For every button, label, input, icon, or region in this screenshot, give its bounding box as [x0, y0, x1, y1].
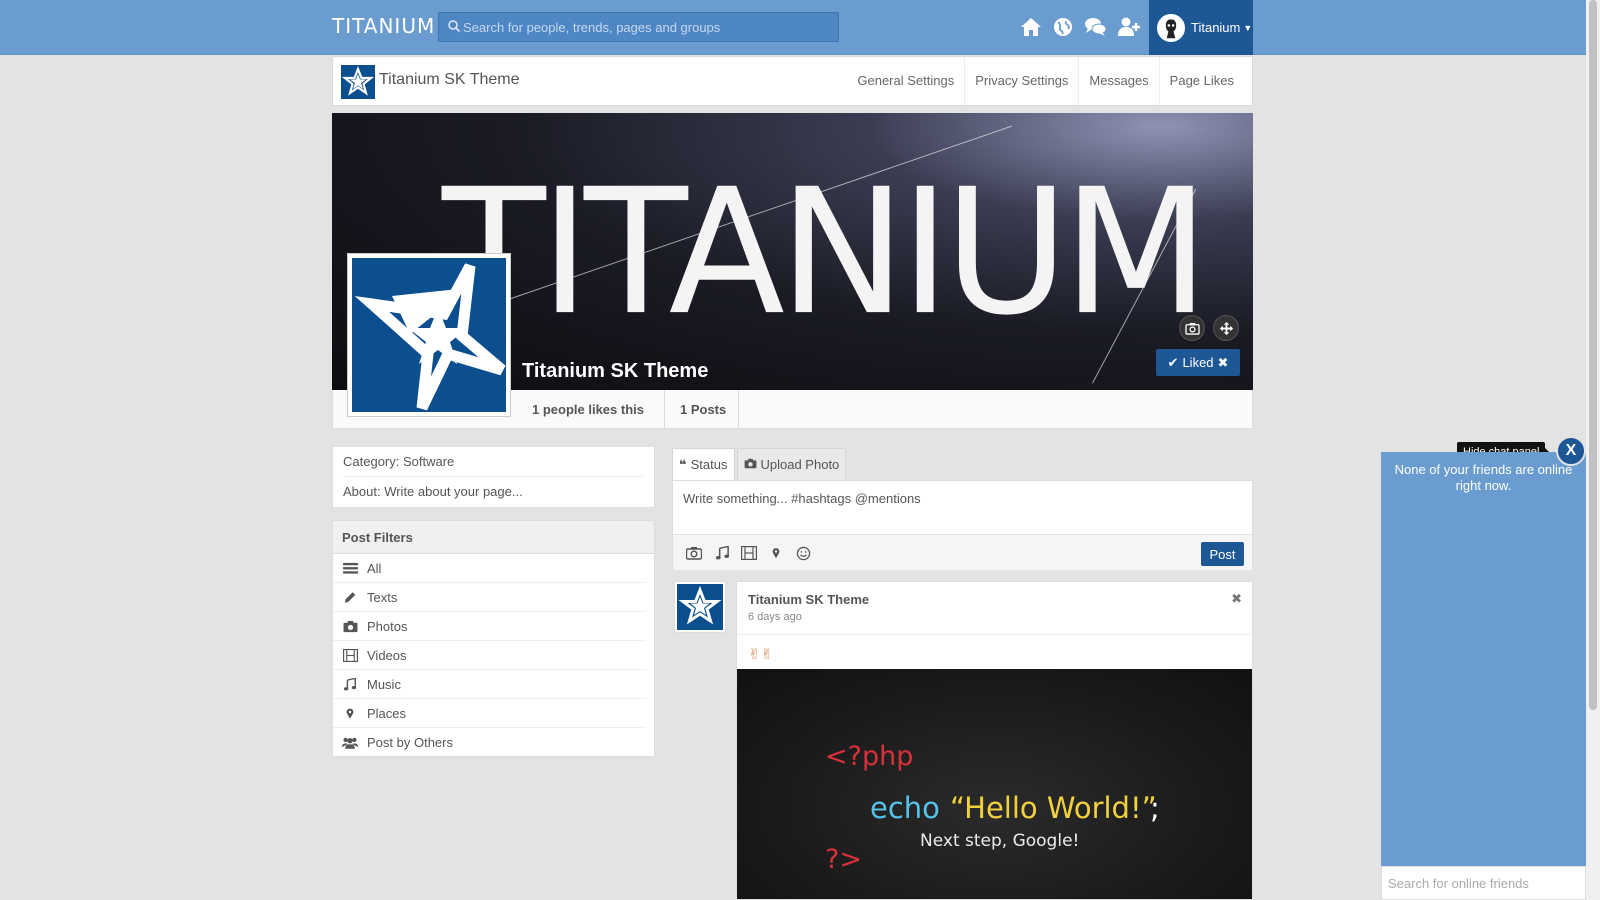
stats-divider: [664, 390, 665, 429]
post-button[interactable]: Post: [1201, 542, 1244, 566]
page-profile-picture[interactable]: [347, 253, 511, 417]
code-string: “Hello World!”: [950, 791, 1157, 825]
check-icon: ✔: [1167, 354, 1179, 370]
chevron-down-icon: ▼: [1243, 22, 1253, 33]
pencil-icon: [342, 590, 358, 604]
search-input[interactable]: [463, 13, 833, 41]
code-php-open: <?php: [825, 741, 914, 772]
likes-count[interactable]: 1 people likes this: [532, 402, 644, 417]
post-timestamp[interactable]: 6 days ago: [748, 611, 802, 623]
music-note-icon: [342, 677, 358, 691]
users-group-icon: [342, 736, 358, 750]
nav-messages[interactable]: Messages: [1078, 57, 1158, 105]
post-text: ✌✌: [737, 634, 1252, 670]
chat-empty-message: None of your friends are online right no…: [1394, 462, 1573, 493]
page-category: Category: Software: [343, 447, 644, 477]
filter-texts[interactable]: Texts: [333, 583, 646, 612]
post-author-avatar[interactable]: [674, 581, 726, 633]
scrollbar-thumb[interactable]: [1589, 0, 1597, 710]
post-filters-title: Post Filters: [333, 521, 654, 554]
add-location-marker-icon[interactable]: [767, 545, 785, 561]
change-cover-camera-icon[interactable]: [1179, 315, 1205, 341]
nav-privacy-settings[interactable]: Privacy Settings: [964, 57, 1078, 105]
page-title[interactable]: Titanium SK Theme: [379, 71, 520, 89]
user-name: Titanium: [1191, 20, 1241, 35]
map-marker-icon: [342, 706, 358, 720]
composer-tabs: ❝ Status Upload Photo: [672, 448, 848, 480]
tab-status[interactable]: ❝ Status: [672, 448, 735, 480]
post-filters: Post Filters All Texts Photos Videos Mus…: [332, 520, 655, 757]
filter-places[interactable]: Places: [333, 699, 646, 728]
user-menu-button[interactable]: Titanium ▼: [1149, 0, 1253, 55]
post-composer: ❝ Status Upload Photo Write something...…: [672, 448, 1253, 570]
hide-chat-close-button[interactable]: X: [1556, 436, 1586, 466]
tab-upload-photo[interactable]: Upload Photo: [736, 448, 847, 480]
filter-all[interactable]: All: [333, 554, 646, 583]
page-logo[interactable]: [341, 65, 375, 99]
cover-title-text: TITANIUM: [442, 152, 1209, 354]
site-logo[interactable]: TITANIUM: [332, 14, 435, 38]
camera-icon: [342, 619, 358, 633]
page-nav: General Settings Privacy Settings Messag…: [847, 57, 1244, 105]
reposition-move-icon[interactable]: [1213, 315, 1239, 341]
nav-general-settings[interactable]: General Settings: [847, 57, 964, 105]
page-header: Titanium SK Theme General Settings Priva…: [332, 56, 1253, 106]
filter-post-by-others[interactable]: Post by Others: [333, 728, 646, 757]
page-scrollbar[interactable]: [1586, 0, 1600, 900]
status-textarea[interactable]: Write something... #hashtags @mentions: [683, 491, 921, 506]
cover-page-name: Titanium SK Theme: [522, 360, 709, 382]
remove-post-close-icon[interactable]: ✖: [1231, 591, 1242, 607]
story-post: Titanium SK Theme 6 days ago ✖ ✌✌ <?php …: [736, 581, 1253, 900]
code-echo: echo: [870, 791, 940, 825]
add-emoticon-smiley-icon[interactable]: [794, 545, 812, 561]
liked-button[interactable]: ✔ Liked ✖: [1156, 349, 1240, 376]
unlike-x-icon: ✖: [1217, 354, 1229, 370]
liked-label: Liked: [1182, 355, 1214, 370]
filter-photos[interactable]: Photos: [333, 612, 646, 641]
filter-videos[interactable]: Videos: [333, 641, 646, 670]
code-php-close: ?>: [825, 844, 862, 875]
top-navbar: TITANIUM Titanium ▼: [0, 0, 1586, 55]
code-semicolon: ;: [1150, 791, 1160, 825]
post-arrow: [736, 598, 737, 614]
search-icon: [448, 20, 461, 33]
posts-count[interactable]: 1 Posts: [680, 402, 726, 417]
code-caption: Next step, Google!: [920, 831, 1080, 851]
composer-box: Write something... #hashtags @mentions P…: [672, 480, 1253, 570]
chat-panel: None of your friends are online right no…: [1381, 452, 1586, 900]
post-image[interactable]: <?php echo “Hello World!” ; Next step, G…: [737, 669, 1252, 899]
home-icon[interactable]: [1019, 16, 1043, 38]
list-icon: [342, 561, 358, 575]
messages-icon[interactable]: [1083, 16, 1107, 38]
add-friend-icon[interactable]: [1117, 16, 1141, 38]
page-about[interactable]: About: Write about your page...: [343, 477, 644, 507]
nav-page-likes[interactable]: Page Likes: [1158, 57, 1244, 105]
quote-icon: ❝: [679, 456, 687, 472]
globe-icon[interactable]: [1051, 16, 1075, 38]
stats-divider: [738, 390, 739, 429]
film-icon: [342, 648, 358, 662]
post-author-name[interactable]: Titanium SK Theme: [748, 592, 869, 607]
add-video-film-icon[interactable]: [740, 545, 758, 561]
global-search[interactable]: [438, 12, 839, 42]
composer-toolbar: Post: [673, 534, 1252, 570]
add-photo-camera-icon[interactable]: [685, 545, 703, 561]
camera-icon: [744, 457, 757, 472]
page-info-box: Category: Software About: Write about yo…: [332, 446, 655, 508]
user-avatar: [1157, 13, 1185, 42]
filter-music[interactable]: Music: [333, 670, 646, 699]
add-music-icon[interactable]: [713, 545, 731, 561]
chat-search-input[interactable]: [1381, 866, 1586, 900]
